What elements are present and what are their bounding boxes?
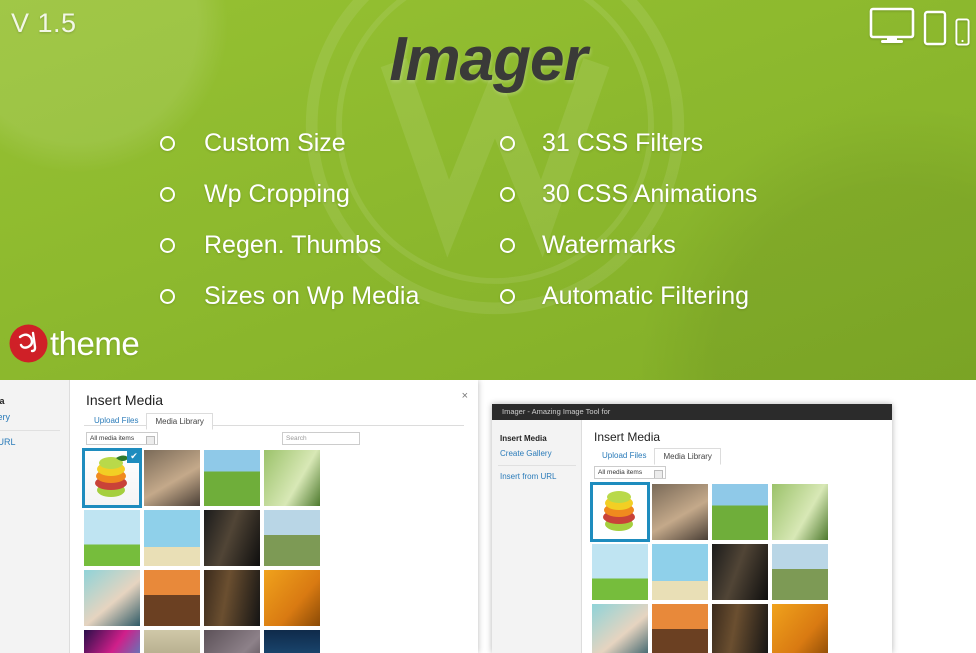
thumbnail-picnic-on-grass[interactable]: [712, 484, 768, 540]
thumbnail-man-on-mountain[interactable]: [264, 510, 320, 566]
thumbnail-pinup-girl-car[interactable]: [592, 604, 648, 653]
close-icon[interactable]: ×: [462, 390, 468, 402]
feature-item: Regen. Thumbs: [160, 220, 488, 271]
feature-item: Sizes on Wp Media: [160, 271, 488, 322]
media-thumbnail-grid[interactable]: [590, 482, 828, 653]
thumbnail-beach-chair-sky[interactable]: [144, 510, 200, 566]
sidebar-divider: [498, 465, 576, 466]
sidebar-title: Insert Media: [0, 396, 5, 406]
bullet-circle-icon: [500, 289, 515, 304]
feature-item: 30 CSS Animations: [500, 169, 976, 220]
thumbnail-dark-hotel-room[interactable]: [712, 544, 768, 600]
feature-list: Custom Size Wp Cropping Regen. Thumbs Si…: [0, 118, 976, 322]
tab-media-library[interactable]: Media Library: [654, 448, 721, 465]
thumbnail-legs-green-socks[interactable]: [772, 484, 828, 540]
thumbnail-kite-surfing-field[interactable]: [592, 544, 648, 600]
thumbnail-dark-hotel-room[interactable]: [204, 510, 260, 566]
bullet-circle-icon: [500, 136, 515, 151]
adtheme-mark-icon: [8, 323, 49, 364]
feature-column-left: Custom Size Wp Cropping Regen. Thumbs Si…: [0, 118, 488, 322]
modal-title: Insert Media: [594, 430, 661, 444]
sidebar-title: Insert Media: [500, 434, 547, 443]
media-modal-body: Insert Media × Upload Files Media Librar…: [70, 380, 478, 653]
feature-item: Custom Size: [160, 118, 488, 169]
media-thumbnail-grid[interactable]: ✔: [82, 448, 320, 653]
thumbnail-orange-fabric-dress[interactable]: [264, 570, 320, 626]
feature-column-right: 31 CSS Filters 30 CSS Animations Waterma…: [488, 118, 976, 322]
thumbnail-picnic-on-grass[interactable]: [204, 450, 260, 506]
thumbnail-kite-surfing-field[interactable]: [84, 510, 140, 566]
tab-upload-files[interactable]: Upload Files: [86, 413, 146, 430]
feature-item: Watermarks: [500, 220, 976, 271]
search-input[interactable]: Search: [282, 432, 360, 445]
selected-check-icon: ✔: [127, 449, 141, 463]
thumbnail-motorbike-desert[interactable]: [652, 604, 708, 653]
media-type-select[interactable]: All media items: [86, 432, 158, 445]
thumbnail-neon-face-paint[interactable]: [84, 630, 140, 653]
bullet-circle-icon: [160, 187, 175, 202]
browser-tab-title[interactable]: Imager - Amazing Image Tool for: [492, 404, 892, 420]
feature-item: Automatic Filtering: [500, 271, 976, 322]
thumbnail-pinup-girl-car[interactable]: [84, 570, 140, 626]
thumbnail-spa-stones-orchid[interactable]: [712, 604, 768, 653]
thumbnail-stone-sculpture[interactable]: [204, 630, 260, 653]
sidebar-item-insert-from-url[interactable]: Insert from URL: [0, 437, 16, 447]
feature-label: Wp Cropping: [204, 180, 350, 208]
feature-item: Wp Cropping: [160, 169, 488, 220]
thumbnail-beach-chair-sky[interactable]: [652, 544, 708, 600]
media-tabs[interactable]: Upload Files Media Library: [86, 413, 213, 430]
media-sidebar: Insert Media Create Gallery Insert from …: [492, 420, 582, 653]
thumbnail-man-on-mountain[interactable]: [772, 544, 828, 600]
feature-label: 31 CSS Filters: [542, 129, 704, 157]
screenshot-collage: Insert Media Create Gallery Insert from …: [0, 380, 976, 653]
thumbnail-orange-fabric-dress[interactable]: [772, 604, 828, 653]
brand-name: theme: [50, 324, 140, 362]
media-tabs[interactable]: Upload Files Media Library: [594, 448, 721, 465]
feature-label: Custom Size: [204, 129, 346, 157]
thumbnail-legs-green-socks[interactable]: [264, 450, 320, 506]
thumbnail-teddy-bear-shelf[interactable]: [144, 630, 200, 653]
thumbnail-spa-stones-orchid[interactable]: [204, 570, 260, 626]
thumbnail-group-of-friends[interactable]: [144, 450, 200, 506]
hero-banner: V 1.5 Imager Custom Size Wp Cropping Reg…: [0, 0, 976, 380]
feature-label: Watermarks: [542, 231, 676, 259]
bullet-circle-icon: [500, 187, 515, 202]
bullet-circle-icon: [500, 238, 515, 253]
feature-label: Sizes on Wp Media: [204, 282, 420, 310]
bullet-circle-icon: [160, 136, 175, 151]
thumbnail-motorbike-desert[interactable]: [144, 570, 200, 626]
modal-title: Insert Media: [86, 392, 164, 408]
brand-logo[interactable]: theme: [8, 323, 140, 364]
thumbnail-fruit-slices[interactable]: [590, 482, 650, 542]
sidebar-item-create-gallery[interactable]: Create Gallery: [500, 449, 552, 458]
thumbnail-blue-cactus-night[interactable]: [264, 630, 320, 653]
feature-label: Automatic Filtering: [542, 282, 750, 310]
thumbnail-group-of-friends[interactable]: [652, 484, 708, 540]
sidebar-item-insert-from-url[interactable]: Insert from URL: [500, 472, 556, 481]
bullet-circle-icon: [160, 289, 175, 304]
media-sidebar: Insert Media Create Gallery Insert from …: [0, 380, 70, 653]
tab-upload-files[interactable]: Upload Files: [594, 448, 654, 465]
media-modal-body: Insert Media Upload Files Media Library …: [582, 420, 892, 653]
sidebar-item-create-gallery[interactable]: Create Gallery: [0, 412, 10, 422]
insert-media-window-secondary: Imager - Amazing Image Tool for Insert M…: [492, 404, 892, 653]
media-type-select[interactable]: All media items: [594, 466, 666, 479]
bullet-circle-icon: [160, 238, 175, 253]
thumbnail-fruit-slices[interactable]: ✔: [82, 448, 142, 508]
feature-label: 30 CSS Animations: [542, 180, 758, 208]
feature-label: Regen. Thumbs: [204, 231, 382, 259]
feature-item: 31 CSS Filters: [500, 118, 976, 169]
insert-media-window-primary: Insert Media Create Gallery Insert from …: [0, 380, 478, 653]
sidebar-divider: [0, 430, 60, 431]
tab-media-library[interactable]: Media Library: [146, 413, 213, 430]
page-title: Imager: [389, 25, 587, 94]
